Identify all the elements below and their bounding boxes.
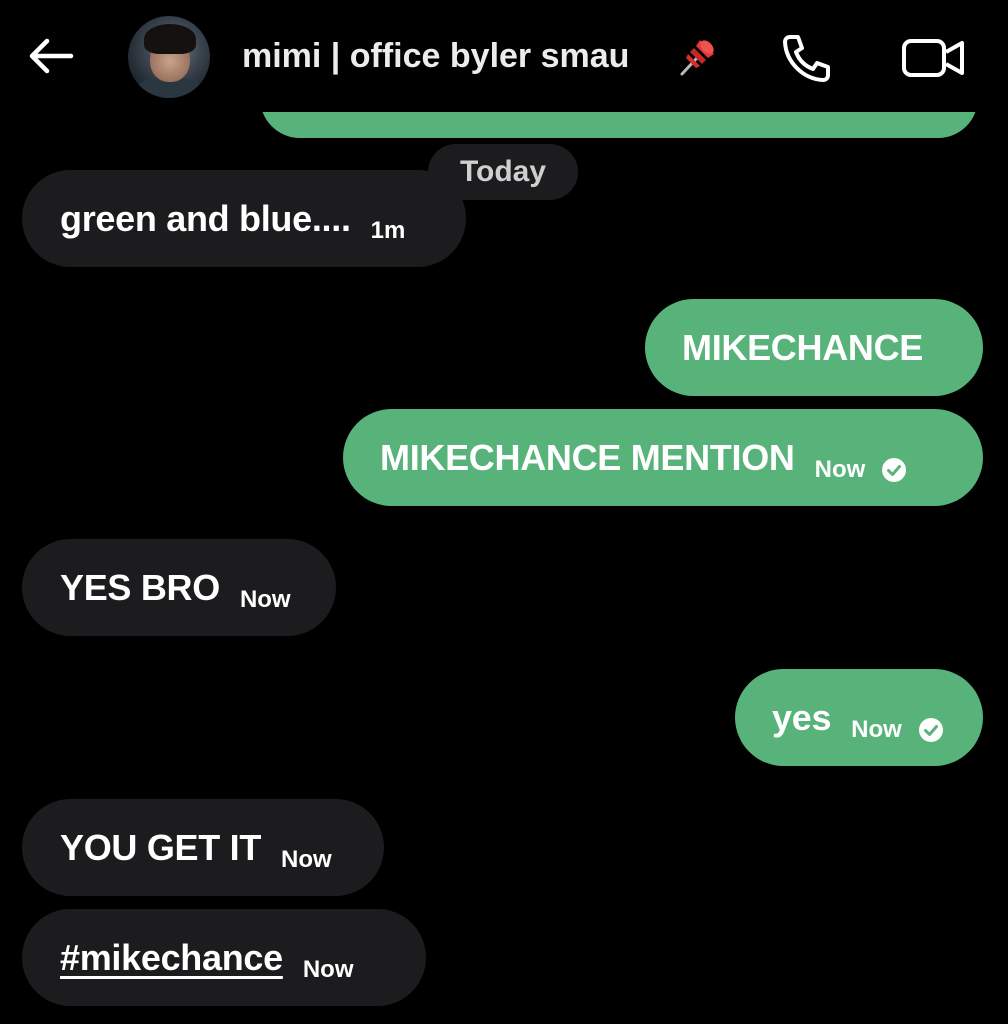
- message-text: MIKECHANCE: [682, 326, 924, 368]
- read-check-icon: [882, 457, 907, 482]
- pushpin-icon: [680, 40, 714, 76]
- message-outgoing[interactable]: MIKECHANCE: [645, 299, 983, 396]
- message-timestamp: Now: [239, 585, 291, 613]
- message-incoming[interactable]: green and blue.... 1m: [22, 170, 466, 267]
- date-divider: Today: [428, 144, 578, 200]
- message-timestamp: 1m: [370, 216, 406, 244]
- message-timestamp: Now: [302, 955, 354, 983]
- message-timestamp: Now: [851, 715, 902, 743]
- message-incoming[interactable]: YES BRO Now: [22, 539, 336, 636]
- message-outgoing[interactable]: MIKECHANCE MENTION Now: [343, 409, 983, 506]
- message-text: yes: [772, 696, 832, 738]
- contact-avatar[interactable]: [128, 16, 210, 98]
- hashtag-link[interactable]: #mikechance: [60, 937, 283, 979]
- back-button[interactable]: [26, 34, 76, 78]
- video-camera-icon: [902, 39, 964, 77]
- message-timestamp: Now: [281, 845, 332, 873]
- message-timestamp: Now: [814, 455, 866, 483]
- message-text: MIKECHANCE MENTION: [380, 436, 795, 478]
- message-incoming[interactable]: #mikechance Now: [22, 909, 426, 1006]
- chat-header: mimi | office byler smau: [0, 0, 1008, 112]
- avatar-hair: [144, 24, 196, 54]
- message-outgoing[interactable]: yes Now: [735, 669, 983, 766]
- arrow-left-icon: [29, 38, 74, 74]
- message-text: green and blue....: [60, 197, 351, 239]
- call-button[interactable]: [778, 32, 834, 84]
- read-check-icon: [918, 717, 943, 742]
- message-text: YES BRO: [60, 566, 220, 608]
- contact-name[interactable]: mimi | office byler smau: [242, 34, 629, 78]
- message-incoming[interactable]: YOU GET IT Now: [22, 799, 384, 896]
- video-call-button[interactable]: [900, 36, 966, 80]
- phone-icon: [783, 35, 830, 82]
- message-text: YOU GET IT: [60, 826, 262, 868]
